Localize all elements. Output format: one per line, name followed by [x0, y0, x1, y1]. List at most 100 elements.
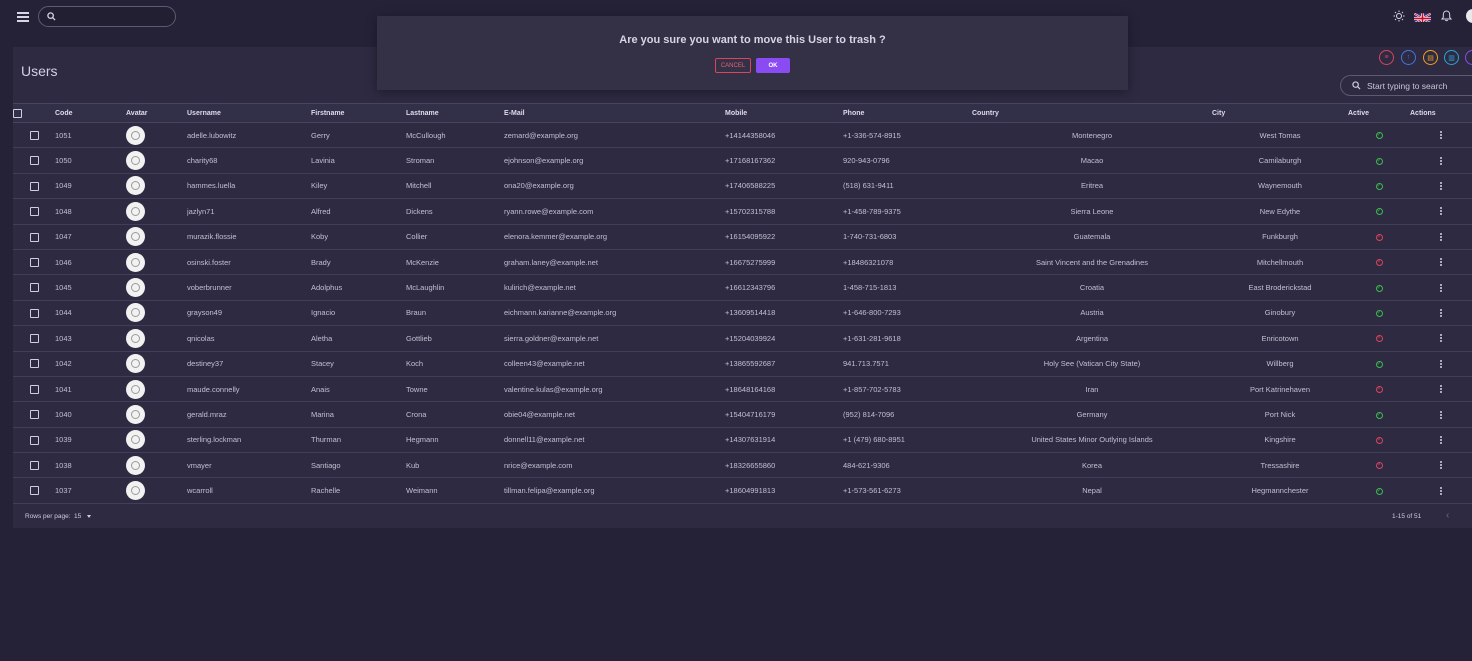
- row-checkbox[interactable]: [29, 257, 39, 267]
- more-action-button[interactable]: ·: [1465, 50, 1472, 65]
- more-vertical-icon[interactable]: [1439, 460, 1443, 470]
- more-vertical-icon[interactable]: [1439, 181, 1443, 191]
- cell-active: ✓: [1348, 401, 1410, 428]
- user-avatar[interactable]: [1466, 9, 1472, 23]
- cell-actions: [1410, 427, 1472, 454]
- more-vertical-icon[interactable]: [1439, 283, 1443, 293]
- uk-flag-icon[interactable]: [1414, 11, 1431, 22]
- row-checkbox[interactable]: [29, 334, 39, 344]
- more-vertical-icon[interactable]: [1439, 206, 1443, 216]
- more-vertical-icon[interactable]: [1439, 435, 1443, 445]
- row-checkbox[interactable]: [29, 207, 39, 217]
- global-search-input[interactable]: [61, 9, 171, 24]
- row-checkbox[interactable]: [29, 232, 39, 242]
- col-active[interactable]: Active: [1348, 103, 1410, 123]
- cell-firstname: Santiago: [311, 452, 406, 479]
- table-row[interactable]: 1051 adelle.lubowitz Gerry McCullough zemard…: [13, 122, 1472, 149]
- col-lastname[interactable]: Lastname: [406, 103, 504, 123]
- file-action-button[interactable]: ▤: [1423, 50, 1438, 65]
- cell-city: Port Nick: [1212, 401, 1348, 428]
- row-checkbox[interactable]: [29, 283, 39, 293]
- table-row[interactable]: 1046 osinski.foster Brady McKenzie graham.la…: [13, 249, 1472, 276]
- table-row[interactable]: 1037 wcarroll Rachelle Weimann tillman.felip…: [13, 477, 1472, 504]
- cancel-button[interactable]: CANCEL: [715, 58, 751, 73]
- row-checkbox[interactable]: [29, 410, 39, 420]
- chevron-left-icon[interactable]: ‹: [1446, 510, 1449, 521]
- row-checkbox[interactable]: [29, 359, 39, 369]
- more-vertical-icon[interactable]: [1439, 359, 1443, 369]
- cell-firstname: Aletha: [311, 325, 406, 352]
- cell-lastname: Kub: [406, 452, 504, 479]
- table-row[interactable]: 1039 sterling.lockman Thurman Hegmann donnel…: [13, 427, 1472, 454]
- cell-avatar: [126, 300, 187, 327]
- table-row[interactable]: 1042 destiney37 Stacey Koch colleen43@exampl…: [13, 351, 1472, 377]
- col-city[interactable]: City: [1212, 103, 1348, 123]
- chevron-down-icon[interactable]: [87, 515, 91, 518]
- col-phone[interactable]: Phone: [843, 103, 972, 123]
- more-vertical-icon[interactable]: [1439, 384, 1443, 394]
- table-row[interactable]: 1041 maude.connelly Anais Towne valentine.ku…: [13, 376, 1472, 403]
- more-vertical-icon[interactable]: [1439, 257, 1443, 267]
- table-row[interactable]: 1045 voberbrunner Adolphus McLaughlin kuliri…: [13, 274, 1472, 301]
- cell-code: 1047: [55, 224, 126, 250]
- row-checkbox[interactable]: [29, 130, 39, 140]
- page-title: Users: [21, 63, 58, 79]
- col-email[interactable]: E-Mail: [504, 103, 725, 123]
- cell-avatar: [126, 351, 187, 377]
- table-row[interactable]: 1038 vmayer Santiago Kub nrice@example.com +1…: [13, 452, 1472, 479]
- select-all-checkbox[interactable]: [13, 108, 22, 118]
- table-row[interactable]: 1044 grayson49 Ignacio Braun eichmann.karian…: [13, 300, 1472, 327]
- table-row[interactable]: 1048 jazlyn71 Alfred Dickens ryann.rowe@exam…: [13, 198, 1472, 225]
- col-country[interactable]: Country: [972, 103, 1212, 123]
- more-vertical-icon[interactable]: [1439, 308, 1443, 318]
- more-vertical-icon[interactable]: [1439, 410, 1443, 420]
- table-search[interactable]: [1340, 75, 1472, 96]
- more-vertical-icon[interactable]: [1439, 156, 1443, 166]
- cell-actions: [1410, 274, 1472, 301]
- col-code[interactable]: Code: [55, 103, 126, 123]
- cell-username: grayson49: [187, 300, 311, 327]
- table-row[interactable]: 1043 qnicolas Aletha Gottlieb sierra.goldner…: [13, 325, 1472, 352]
- cell-email: graham.laney@example.net: [504, 249, 725, 276]
- cell-city: East Broderickstad: [1212, 274, 1348, 301]
- cell-country: Austria: [972, 300, 1212, 327]
- row-checkbox[interactable]: [29, 181, 39, 191]
- col-firstname[interactable]: Firstname: [311, 103, 406, 123]
- row-checkbox[interactable]: [29, 384, 39, 394]
- more-vertical-icon[interactable]: [1439, 232, 1443, 242]
- more-vertical-icon[interactable]: [1439, 486, 1443, 496]
- avatar: [126, 379, 145, 399]
- col-username[interactable]: Username: [187, 103, 311, 123]
- cell-phone: 941.713.7571: [843, 351, 972, 377]
- document-action-button[interactable]: ▥: [1444, 50, 1459, 65]
- bell-icon[interactable]: [1441, 10, 1452, 22]
- cell-active: ×: [1348, 452, 1410, 479]
- cell-mobile: +13609514418: [725, 300, 843, 327]
- table-row[interactable]: 1049 hammes.luella Kiley Mitchell ona20@exam…: [13, 173, 1472, 200]
- upload-action-button[interactable]: ↑: [1401, 50, 1416, 65]
- cell-phone: +1-573-561-6273: [843, 477, 972, 504]
- list-action-button[interactable]: ≡: [1379, 50, 1394, 65]
- col-mobile[interactable]: Mobile: [725, 103, 843, 123]
- table-row[interactable]: 1050 charity68 Lavinia Stroman ejohnson@exam…: [13, 147, 1472, 174]
- more-vertical-icon[interactable]: [1439, 130, 1443, 140]
- ok-button[interactable]: OK: [756, 58, 790, 73]
- cell-code: 1037: [55, 477, 126, 504]
- row-checkbox[interactable]: [29, 486, 39, 496]
- hamburger-menu-icon[interactable]: [17, 12, 29, 22]
- sun-icon[interactable]: [1393, 10, 1405, 22]
- cell-lastname: Braun: [406, 300, 504, 327]
- check-circle-icon: ✓: [1375, 309, 1383, 317]
- more-vertical-icon[interactable]: [1439, 333, 1443, 343]
- table-row[interactable]: 1040 gerald.mraz Marina Crona obie04@example…: [13, 401, 1472, 428]
- row-checkbox[interactable]: [29, 461, 39, 471]
- cell-mobile: +17168167362: [725, 147, 843, 174]
- table-search-input[interactable]: [1367, 78, 1471, 93]
- row-checkbox[interactable]: [29, 435, 39, 445]
- cell-actions: [1410, 477, 1472, 504]
- row-checkbox[interactable]: [29, 308, 39, 318]
- global-search[interactable]: [38, 6, 176, 27]
- rows-per-page-select[interactable]: 15: [74, 513, 81, 520]
- row-checkbox[interactable]: [29, 156, 39, 166]
- table-row[interactable]: 1047 murazik.flossie Koby Collier elenora.ke…: [13, 224, 1472, 250]
